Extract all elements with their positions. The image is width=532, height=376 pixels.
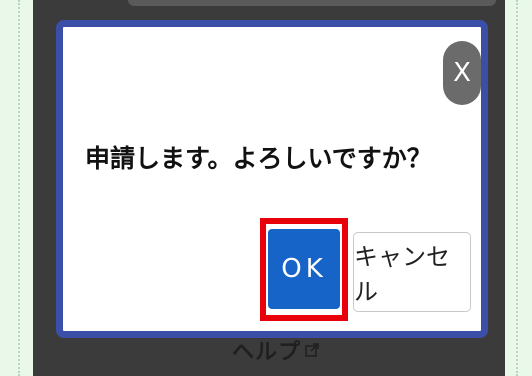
left-guide-line	[0, 0, 20, 376]
cancel-button[interactable]: キャンセル	[353, 232, 471, 312]
help-link[interactable]: ヘルプ	[232, 334, 319, 366]
external-link-icon	[305, 343, 319, 357]
ok-button[interactable]: OK	[268, 229, 340, 309]
close-button[interactable]: X	[443, 41, 481, 105]
confirm-message: 申請します。よろしいですか？	[85, 144, 432, 173]
background-panel-edge	[128, 0, 496, 6]
confirm-dialog: X 申請します。よろしいですか？ OK キャンセル	[56, 20, 488, 338]
right-guide-line	[516, 0, 532, 376]
close-icon: X	[453, 58, 471, 88]
help-link-label: ヘルプ	[232, 340, 302, 365]
